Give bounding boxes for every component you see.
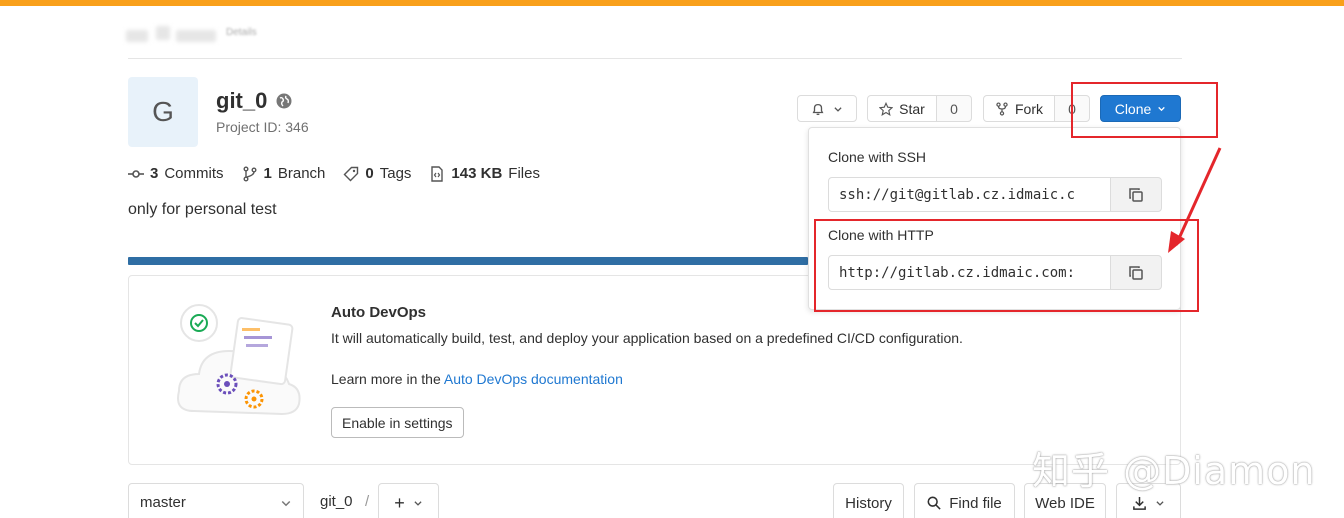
devops-description: It will automatically build, test, and d… xyxy=(331,330,963,346)
http-highlight-box xyxy=(814,219,1199,312)
devops-docs-link[interactable]: Auto DevOps documentation xyxy=(444,371,623,387)
add-file-dropdown[interactable]: + xyxy=(378,483,439,518)
top-accent-bar xyxy=(0,0,1344,6)
fork-button[interactable]: Fork xyxy=(983,95,1055,122)
download-icon xyxy=(1133,496,1146,510)
language-bar xyxy=(128,257,808,265)
star-icon xyxy=(879,101,894,116)
files-stat[interactable]: 143 KB Files xyxy=(429,165,540,182)
branch-stat[interactable]: 1 Branch xyxy=(242,165,325,182)
chevron-down-icon xyxy=(414,501,422,506)
enable-in-settings-button[interactable]: Enable in settings xyxy=(331,407,464,438)
breadcrumb-text[interactable]: Details xyxy=(226,27,257,38)
copy-icon xyxy=(1129,187,1143,202)
project-avatar[interactable]: G xyxy=(128,77,198,147)
star-count[interactable]: 0 xyxy=(936,95,972,122)
star-button[interactable]: Star xyxy=(867,95,937,122)
history-button[interactable]: History xyxy=(833,483,904,518)
find-file-button[interactable]: Find file xyxy=(914,483,1015,518)
watermark: 知乎 @Diamon xyxy=(1032,449,1316,493)
branch-select[interactable]: master xyxy=(128,483,304,518)
annotation-arrow xyxy=(1168,147,1222,253)
clone-ssh-input[interactable]: ssh://git@gitlab.cz.idmaic.c xyxy=(828,177,1111,212)
breadcrumb: Details xyxy=(126,22,346,42)
copy-ssh-button[interactable] xyxy=(1110,177,1162,212)
project-id: Project ID: 346 xyxy=(216,119,309,135)
project-description: only for personal test xyxy=(128,201,277,218)
commit-icon xyxy=(128,169,144,178)
notification-button[interactable] xyxy=(797,95,857,122)
commits-stat[interactable]: 3 Commits xyxy=(128,165,224,182)
header-divider xyxy=(128,58,1182,59)
file-code-icon xyxy=(431,165,444,182)
fork-icon xyxy=(996,101,1008,116)
path-separator: / xyxy=(365,493,370,510)
devops-illustration xyxy=(177,304,301,416)
search-icon xyxy=(927,496,941,510)
chevron-down-icon xyxy=(834,106,842,112)
chevron-down-icon xyxy=(281,500,291,507)
clone-ssh-label: Clone with SSH xyxy=(828,149,927,165)
path-root-link[interactable]: git_0 xyxy=(320,493,353,510)
globe-icon xyxy=(276,93,292,109)
clone-highlight-box xyxy=(1071,82,1218,138)
tags-stat[interactable]: 0 Tags xyxy=(343,165,411,182)
devops-title: Auto DevOps xyxy=(331,304,427,321)
chevron-down-icon xyxy=(1156,501,1164,506)
project-stats: 3 Commits 1 Branch 0 Tags 143 KB Files xyxy=(128,165,540,182)
tag-icon xyxy=(343,166,359,181)
bell-icon xyxy=(812,103,824,115)
branch-icon xyxy=(243,166,257,181)
project-title[interactable]: git_0 xyxy=(216,88,267,114)
devops-learn-more: Learn more in the Auto DevOps documentat… xyxy=(331,371,623,387)
